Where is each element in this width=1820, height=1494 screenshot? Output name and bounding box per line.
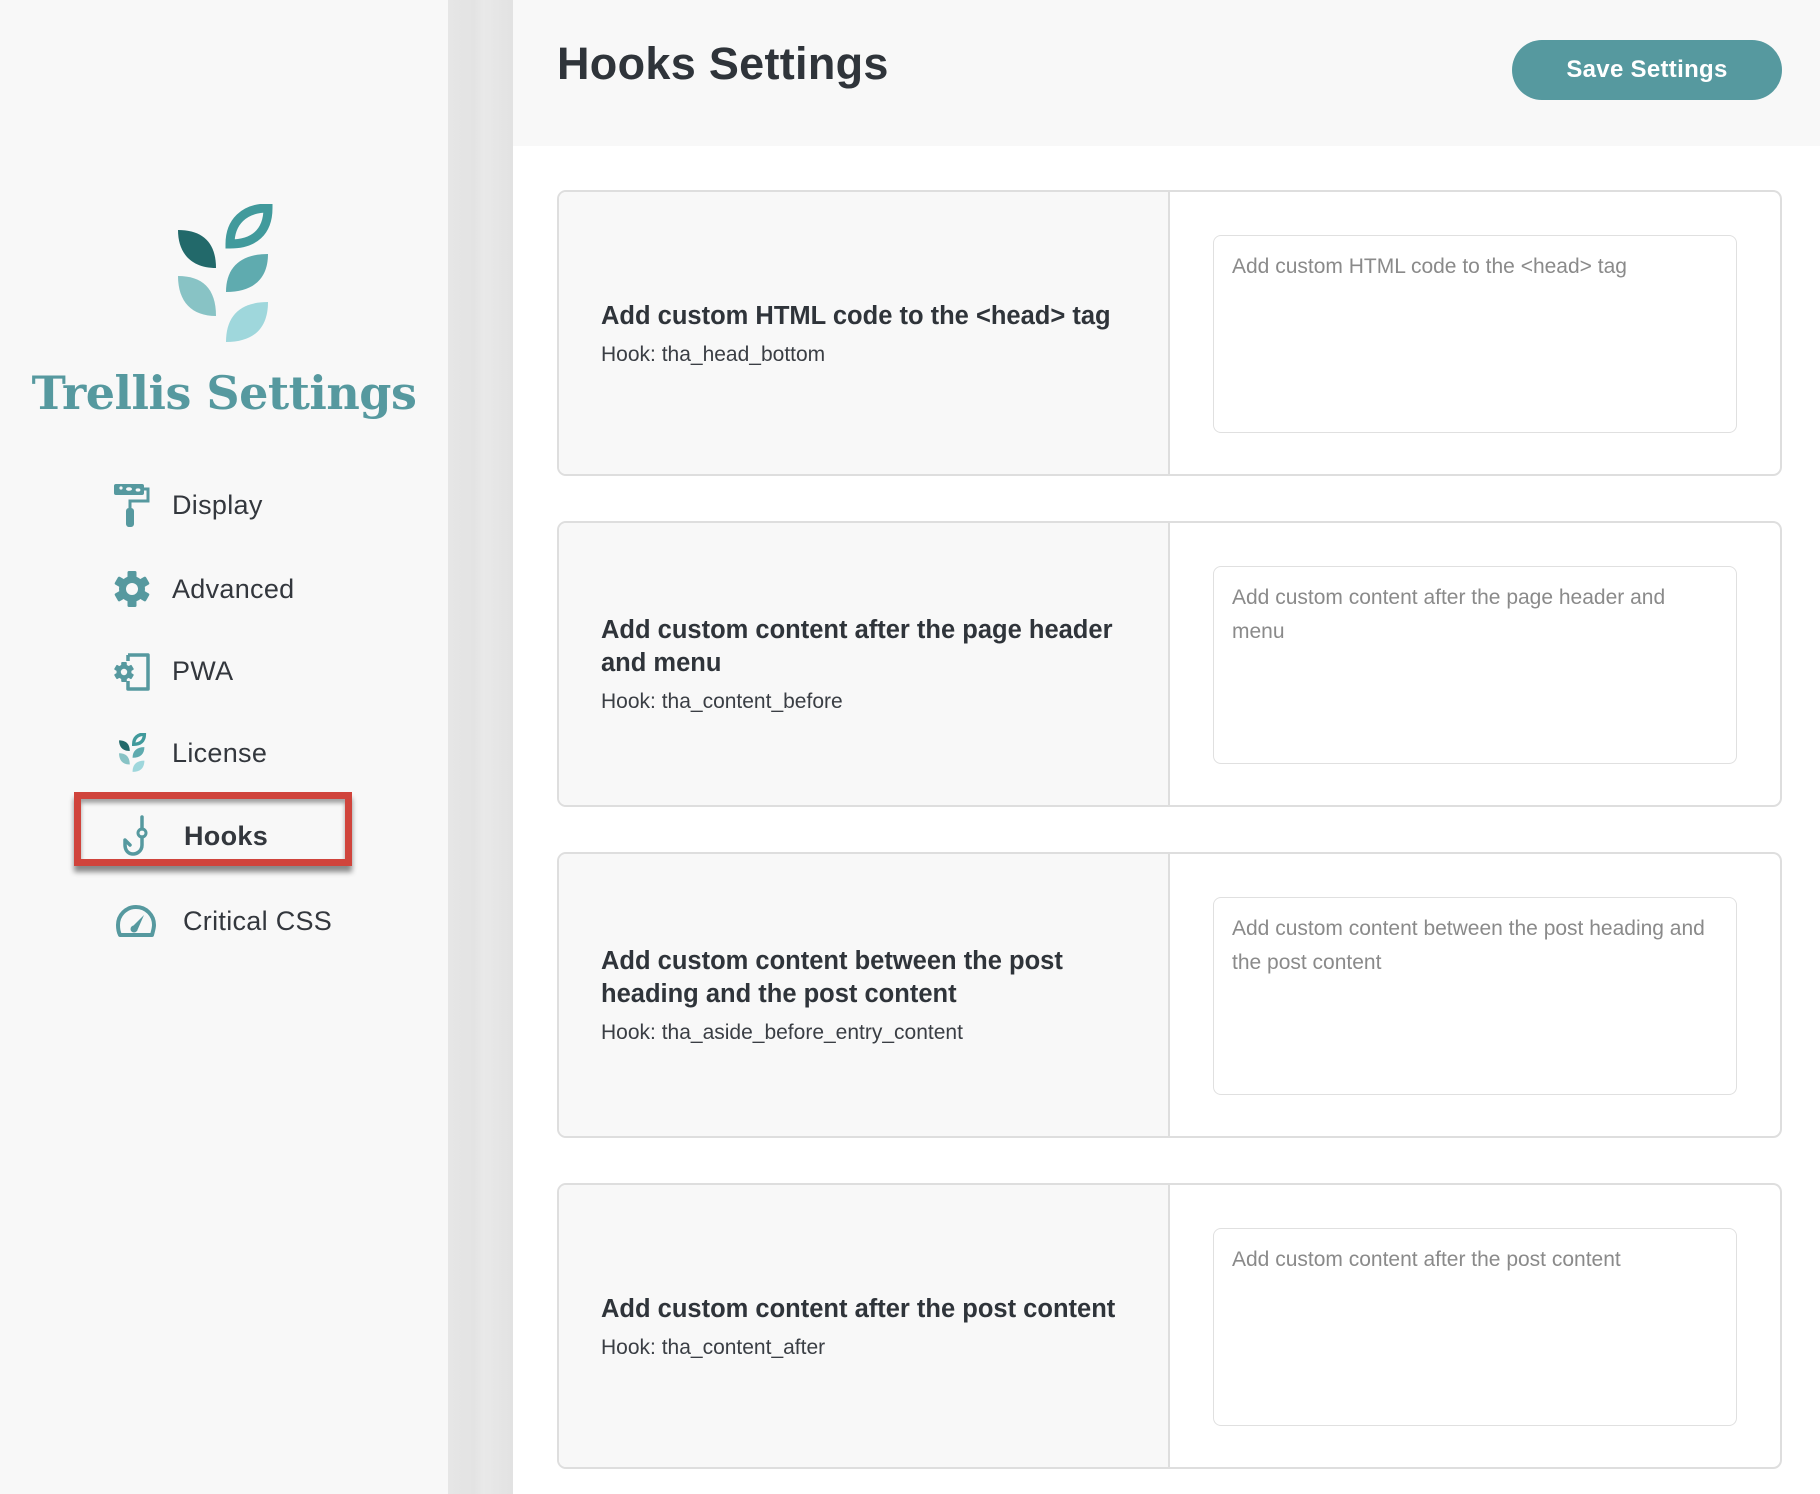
- page-header: Hooks Settings Save Settings: [513, 0, 1820, 146]
- mobile-gear-icon: [110, 649, 154, 693]
- sidebar: Trellis Settings Display Advanced PWA Li…: [0, 0, 448, 1494]
- hook-title: Add custom HTML code to the <head> tag: [601, 301, 1111, 330]
- hook-field: [1170, 854, 1780, 1136]
- hook-title: Add custom content after the post conten…: [601, 1294, 1116, 1323]
- sidebar-divider: [448, 0, 513, 1494]
- nav-label: Advanced: [172, 573, 295, 604]
- brand-title: Trellis Settings: [31, 366, 417, 420]
- hook-code-textarea[interactable]: [1213, 897, 1737, 1095]
- fish-hook-icon: [116, 814, 160, 858]
- hook-name: Hook: tha_head_bottom: [601, 342, 826, 366]
- hook-info: Add custom content between the post head…: [559, 854, 1170, 1136]
- paint-roller-icon: [110, 483, 154, 527]
- gear-icon: [110, 567, 154, 611]
- trellis-logo-icon: [178, 204, 273, 342]
- hook-code-textarea[interactable]: [1213, 235, 1737, 433]
- hook-title: Add custom content after the page header…: [601, 616, 1113, 677]
- hook-card: Add custom content after the post conten…: [557, 1183, 1782, 1469]
- save-settings-button[interactable]: Save Settings: [1512, 40, 1782, 100]
- speedometer-icon: [114, 899, 158, 943]
- page-title: Hooks Settings: [557, 38, 889, 89]
- hook-title: Add custom content between the post head…: [601, 947, 1063, 1008]
- nav-label: Display: [172, 489, 263, 520]
- hook-card: Add custom content between the post head…: [557, 852, 1782, 1138]
- hook-card: Add custom HTML code to the <head> tag H…: [557, 190, 1782, 476]
- main-panel: Hooks Settings Save Settings Add custom …: [513, 0, 1820, 1494]
- nav-item-pwa[interactable]: PWA: [110, 646, 233, 696]
- hook-info: Add custom HTML code to the <head> tag H…: [559, 192, 1170, 474]
- hook-name: Hook: tha_content_after: [601, 1335, 826, 1359]
- hook-name: Hook: tha_content_before: [601, 690, 843, 713]
- nav-item-hooks[interactable]: Hooks: [116, 811, 268, 861]
- hook-field: [1170, 523, 1780, 805]
- nav-item-advanced[interactable]: Advanced: [110, 564, 295, 614]
- hook-field: [1170, 1185, 1780, 1467]
- nav-label: Hooks: [184, 820, 269, 851]
- nav-label: Critical CSS: [183, 905, 333, 936]
- nav-item-display[interactable]: Display: [110, 480, 263, 530]
- hook-code-textarea[interactable]: [1213, 1228, 1737, 1426]
- hook-field: [1170, 192, 1780, 474]
- hook-info: Add custom content after the post conten…: [559, 1185, 1170, 1467]
- hook-card: Add custom content after the page header…: [557, 521, 1782, 807]
- nav-item-license[interactable]: License: [110, 728, 267, 778]
- trellis-leaf-icon: [110, 731, 154, 775]
- nav-label: PWA: [172, 655, 234, 686]
- hook-code-textarea[interactable]: [1213, 566, 1737, 764]
- nav-label: License: [172, 737, 268, 768]
- hook-info: Add custom content after the page header…: [559, 523, 1170, 805]
- hook-name: Hook: tha_aside_before_entry_content: [601, 1021, 963, 1044]
- nav-item-critical-css[interactable]: Critical CSS: [114, 896, 332, 946]
